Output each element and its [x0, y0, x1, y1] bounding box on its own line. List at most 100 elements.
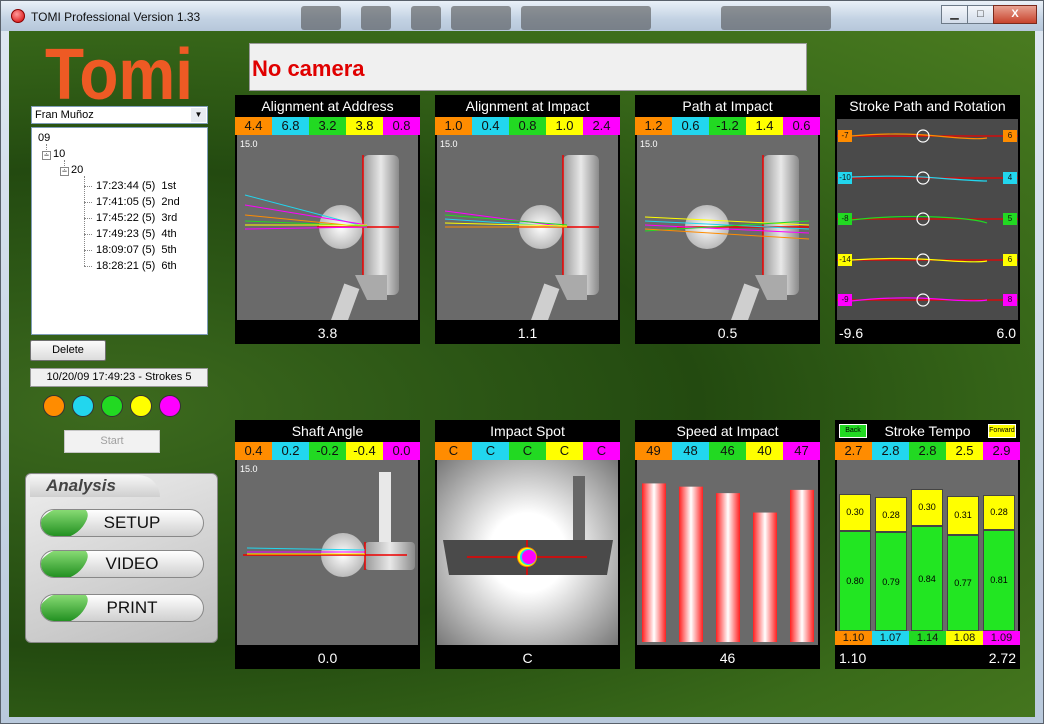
chevron-down-icon[interactable]: ▼	[191, 108, 206, 122]
background-taskbar-item	[301, 6, 341, 30]
stroke-values: 2.7 2.8 2.8 2.5 2.9	[835, 442, 1020, 460]
video-button[interactable]: VIDEO	[40, 550, 204, 578]
shaft-view: 15.0	[237, 460, 418, 645]
putter-graphic	[444, 155, 599, 320]
main-content: Tomi No camera Fran Muñoz ▼ 09 −10 −20 1…	[9, 31, 1035, 717]
app-window: TOMI Professional Version 1.33 ▁ □ X Tom…	[0, 0, 1044, 724]
panel-footer-right: 6.0	[996, 325, 1016, 341]
tree-session-item[interactable]: 17:45:22 (5) 3rd	[96, 212, 177, 224]
panel-path-impact[interactable]: Path at Impact 1.20.6-1.21.40.6 15.0	[635, 95, 820, 344]
tree-session-item[interactable]: 17:49:23 (5) 4th	[96, 228, 177, 240]
collapse-icon[interactable]: −	[60, 167, 69, 176]
session-tree[interactable]: 09 −10 −20 17:23:44 (5) 1st 17:41:05 (5) 2n…	[31, 127, 208, 335]
panel-speed[interactable]: Speed at Impact 49 48 46 40 47 46	[635, 420, 820, 669]
tempo-column: 0.30 0.84	[911, 488, 943, 631]
stroke-color-dot[interactable]	[130, 395, 152, 417]
title-bar: TOMI Professional Version 1.33 ▁ □ X	[1, 1, 1043, 31]
panel-shaft-angle[interactable]: Shaft Angle 0.4 0.2 -0.2 -0.4 0.0 15.0 0.0	[235, 420, 420, 669]
panel-average: 3.8	[317, 325, 338, 341]
speed-bar	[642, 483, 666, 642]
user-select-value: Fran Muñoz	[35, 109, 94, 121]
window-title: TOMI Professional Version 1.33	[31, 10, 201, 24]
tree-node-year[interactable]: 09	[38, 132, 50, 144]
user-select[interactable]: Fran Muñoz ▼	[31, 106, 208, 124]
tempo-back-segment: 0.28	[875, 497, 907, 533]
panel-footer-left: 1.10	[839, 650, 867, 666]
analysis-panel: Analysis SETUP VIDEO PRINT	[25, 473, 218, 643]
tempo-forward-segment: 0.81	[983, 529, 1015, 631]
putter-graphic	[244, 155, 399, 320]
tempo-back-segment: 0.28	[983, 494, 1015, 530]
tempo-totals: 1.10 1.07 1.14 1.08 1.09	[835, 631, 1020, 645]
speed-chart	[637, 460, 818, 645]
tempo-chart: 0.30 0.80 0.28 0.79 0.30 0.84 0.31 0.77 0.28 0.81	[837, 460, 1018, 631]
tree-session-item[interactable]: 17:41:05 (5) 2nd	[96, 196, 180, 208]
panel-footer-left: -9.6	[839, 325, 864, 341]
minimize-button[interactable]: ▁	[941, 5, 968, 24]
putter-view: 15.0	[237, 135, 418, 320]
speed-bar	[716, 493, 740, 642]
panel-alignment-address[interactable]: Alignment at Address 4.4 6.8 3.2 3.8 0.8 15.…	[235, 95, 420, 344]
stroke-values: 1.0 0.4 0.8 1.0 2.4	[435, 117, 620, 135]
panel-title: Alignment at Impact	[465, 98, 590, 114]
tempo-column: 0.30 0.80	[839, 493, 871, 631]
tempo-forward-segment: 0.77	[947, 534, 979, 631]
tree-node-month[interactable]: −10	[42, 148, 65, 160]
tree-session-item[interactable]: 18:09:07 (5) 5th	[96, 244, 177, 256]
start-button[interactable]: Start	[64, 430, 160, 453]
tempo-forward-segment: 0.84	[911, 526, 943, 631]
tempo-forward-segment: 0.79	[875, 532, 907, 631]
speed-bar	[753, 512, 777, 642]
panel-title: Impact Spot	[490, 423, 565, 439]
forward-legend: Forward	[988, 424, 1016, 438]
panel-average: C	[522, 650, 533, 666]
tree-session-item[interactable]: 17:23:44 (5) 1st	[96, 180, 176, 192]
panel-average: 46	[719, 650, 736, 666]
tomi-logo: Tomi	[45, 37, 193, 103]
panel-stroke-path[interactable]: Stroke Path and Rotation -7 -10 -8 -14 -…	[835, 95, 1020, 344]
delete-button[interactable]: Delete	[30, 340, 106, 361]
stroke-color-dot[interactable]	[72, 395, 94, 417]
stroke-values: 4.4 6.8 3.2 3.8 0.8	[235, 117, 420, 135]
session-info: 10/20/09 17:49:23 - Strokes 5	[30, 368, 208, 387]
print-button[interactable]: PRINT	[40, 594, 204, 622]
putter-graphic	[644, 155, 810, 320]
panel-title: Stroke Path and Rotation	[849, 98, 1006, 114]
background-taskbar-item	[721, 6, 831, 30]
panel-impact-spot[interactable]: Impact Spot CCCCC C	[435, 420, 620, 669]
impact-spot-view	[437, 460, 618, 645]
panel-footer-right: 2.72	[988, 650, 1016, 666]
analysis-title: Analysis	[30, 475, 160, 497]
putter-view: 15.0	[437, 135, 618, 320]
putter-view: 15.0	[637, 135, 818, 320]
panel-stroke-tempo[interactable]: Stroke Tempo Back Forward 2.7 2.8 2.8 2.5 2.…	[835, 420, 1020, 669]
back-legend: Back	[839, 424, 867, 438]
speed-bar	[679, 486, 703, 642]
collapse-icon[interactable]: −	[42, 151, 51, 160]
stroke-color-dot[interactable]	[159, 395, 181, 417]
tempo-back-segment: 0.31	[947, 496, 979, 535]
app-icon	[11, 9, 25, 23]
panel-average: 1.1	[517, 325, 538, 341]
stroke-values: 0.4 0.2 -0.2 -0.4 0.0	[235, 442, 420, 460]
tempo-back-segment: 0.30	[839, 493, 871, 531]
background-taskbar-item	[361, 6, 391, 30]
stroke-color-dot[interactable]	[43, 395, 65, 417]
panel-alignment-impact[interactable]: Alignment at Impact 1.0 0.4 0.8 1.0 2.4 15.0	[435, 95, 620, 344]
panel-average: 0.0	[317, 650, 338, 666]
panel-title: Shaft Angle	[291, 423, 364, 439]
background-taskbar-item	[521, 6, 651, 30]
background-taskbar-item	[451, 6, 511, 30]
close-button[interactable]: X	[993, 5, 1037, 24]
tree-node-day[interactable]: −20	[60, 164, 83, 176]
speed-bar	[790, 489, 814, 642]
logo-text: Tomi	[45, 37, 193, 103]
maximize-button[interactable]: □	[967, 5, 994, 24]
setup-button[interactable]: SETUP	[40, 509, 204, 537]
tree-session-item[interactable]: 18:28:21 (5) 6th	[96, 260, 177, 272]
tempo-column: 0.28 0.79	[875, 497, 907, 631]
panel-average: 0.5	[717, 325, 738, 341]
stroke-color-dot[interactable]	[101, 395, 123, 417]
panel-title: Alignment at Address	[261, 98, 394, 114]
stroke-values: 49 48 46 40 47	[635, 442, 820, 460]
